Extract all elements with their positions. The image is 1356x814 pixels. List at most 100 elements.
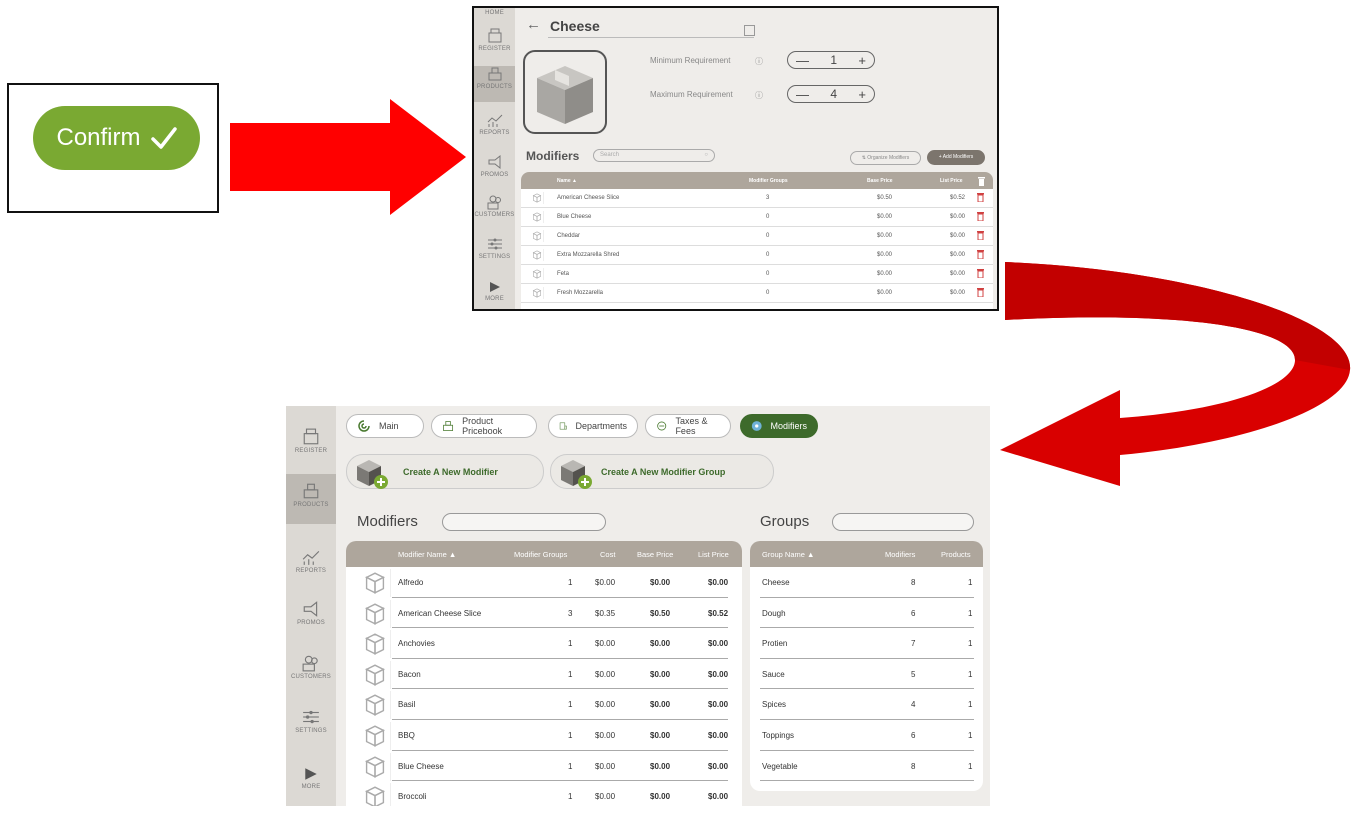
table-body: American Cheese Slice 3 $0.50 $0.52 Blue Che… <box>521 189 993 303</box>
table-row[interactable]: Vegetable 8 1 <box>750 751 983 782</box>
modifier-base-price: $0.00 <box>650 730 671 740</box>
row-list-price: $0.00 <box>950 214 966 220</box>
table-row[interactable]: Spices 4 1 <box>750 689 983 720</box>
sidebar-item-settings[interactable]: SETTINGS <box>474 236 515 272</box>
trash-icon[interactable] <box>977 212 984 222</box>
sidebar-item-register[interactable]: REGISTER <box>286 428 336 468</box>
table-row[interactable]: BBQ 1 $0.00 $0.00 $0.00 <box>346 720 742 751</box>
modifier-name: Basil <box>398 700 416 710</box>
trash-icon[interactable] <box>977 288 984 298</box>
group-products: 1 <box>968 700 973 710</box>
modifier-list-price: $0.00 <box>708 700 729 710</box>
group-modifiers: 7 <box>911 639 916 649</box>
min-requirement-stepper[interactable]: — 1 + <box>787 51 875 69</box>
group-name: Vegetable <box>762 761 798 771</box>
sidebar-item-more[interactable]: MORE <box>286 766 336 802</box>
group-modifiers: 8 <box>911 761 916 771</box>
max-requirement-value: 4 <box>830 87 838 101</box>
row-groups: 0 <box>766 233 770 239</box>
table-row[interactable]: Dough 6 1 <box>750 598 983 629</box>
table-row[interactable]: Cheese 8 1 <box>750 567 983 598</box>
minus-icon[interactable]: — <box>796 53 809 68</box>
sidebar-item-products[interactable]: PRODUCTS <box>286 474 336 524</box>
sidebar-item-promos[interactable]: PROMOS <box>286 600 336 640</box>
table-body: Cheese 8 1 Dough 6 1 Protien 7 1 Sauce 5 1 Spices 4 1 T… <box>750 567 983 782</box>
max-requirement-stepper[interactable]: — 4 + <box>787 85 875 103</box>
box-icon <box>360 599 391 628</box>
box-icon <box>531 230 544 242</box>
megaphone-icon <box>303 601 318 617</box>
table-row[interactable]: Blue Cheese 0 $0.00 $0.00 <box>521 208 993 227</box>
table-row[interactable]: Sauce 5 1 <box>750 659 983 690</box>
sidebar-item-reports[interactable]: REPORTS <box>286 548 336 588</box>
product-image[interactable] <box>523 50 607 134</box>
edit-icon[interactable] <box>744 25 755 36</box>
box-icon <box>537 66 593 124</box>
sidebar-item-reports[interactable]: REPORTS <box>474 112 515 148</box>
trash-icon[interactable] <box>977 231 984 241</box>
play-icon <box>305 768 317 780</box>
plus-icon[interactable]: + <box>858 53 866 68</box>
table-row[interactable]: Cheddar 0 $0.00 $0.00 <box>521 227 993 246</box>
tab-product-pricebook[interactable]: Product Pricebook <box>431 414 537 438</box>
table-row[interactable]: Blue Cheese 1 $0.00 $0.00 $0.00 <box>346 751 742 782</box>
trash-icon[interactable] <box>977 250 984 260</box>
col-modifier-name[interactable]: Modifier Name ▲ <box>398 550 456 559</box>
tab-departments[interactable]: Departments <box>548 414 638 438</box>
modifier-search-input[interactable]: Search ○ <box>593 149 715 162</box>
table-row[interactable]: Protien 7 1 <box>750 628 983 659</box>
products-icon <box>488 67 501 81</box>
modifier-list-price: $0.00 <box>708 761 729 771</box>
trash-icon[interactable] <box>978 177 985 186</box>
sidebar-item-promos[interactable]: PROMOS <box>474 154 515 190</box>
confirm-button[interactable]: Confirm <box>33 106 200 170</box>
table-row[interactable]: Extra Mozzarella Shred 0 $0.00 $0.00 <box>521 246 993 265</box>
table-row[interactable]: Bacon 1 $0.00 $0.00 $0.00 <box>346 659 742 690</box>
add-modifiers-button[interactable]: + Add Modifiers <box>927 150 985 165</box>
sidebar-item-settings[interactable]: SETTINGS <box>286 708 336 748</box>
table-row[interactable]: Feta 0 $0.00 $0.00 <box>521 265 993 284</box>
reports-icon <box>487 114 502 127</box>
sidebar-item-register[interactable]: REGISTER <box>474 28 515 64</box>
sidebar-item-more[interactable]: MORE <box>474 280 515 309</box>
organize-modifiers-button[interactable]: ⇅ Organize Modifiers <box>850 151 921 165</box>
table-row[interactable]: Toppings 6 1 <box>750 720 983 751</box>
modifier-search-input[interactable] <box>442 513 606 531</box>
modifier-cost: $0.00 <box>595 639 616 649</box>
col-group-name[interactable]: Group Name ▲ <box>762 550 814 559</box>
create-modifier-button[interactable]: Create A New Modifier <box>346 454 544 489</box>
trash-icon[interactable] <box>977 269 984 279</box>
table-row[interactable]: Alfredo 1 $0.00 $0.00 $0.00 <box>346 567 742 598</box>
group-modifiers: 4 <box>911 700 916 710</box>
table-row[interactable]: Anchovies 1 $0.00 $0.00 $0.00 <box>346 628 742 659</box>
tab-taxes-fees[interactable]: Taxes & Fees <box>645 414 731 438</box>
box-icon <box>531 287 544 299</box>
col-name[interactable]: Name ▲ <box>557 178 577 184</box>
sidebar-item-customers[interactable]: CUSTOMERS <box>286 654 336 694</box>
table-row[interactable]: Broccoli 1 $0.00 $0.00 $0.00 <box>346 781 742 806</box>
table-row[interactable]: American Cheese Slice 3 $0.35 $0.50 $0.52 <box>346 598 742 629</box>
row-base-price: $0.00 <box>877 290 893 296</box>
tab-modifiers[interactable]: Modifiers <box>740 414 818 438</box>
group-search-input[interactable] <box>832 513 974 531</box>
customers-icon <box>302 655 318 672</box>
sidebar-item-products[interactable]: PRODUCTS <box>474 66 515 102</box>
back-arrow-icon[interactable]: ← <box>526 16 541 33</box>
table-row[interactable]: Basil 1 $0.00 $0.00 $0.00 <box>346 689 742 720</box>
row-list-price: $0.52 <box>950 195 966 201</box>
info-icon: ⓘ <box>755 91 763 100</box>
sidebar-item-home[interactable]: HOME <box>474 8 515 22</box>
trash-icon[interactable] <box>977 193 984 203</box>
group-products: 1 <box>968 730 973 740</box>
row-list-price: $0.00 <box>950 252 966 258</box>
tab-main[interactable]: Main <box>346 414 424 438</box>
minus-icon[interactable]: — <box>796 87 809 102</box>
modifier-list-price: $0.00 <box>708 669 729 679</box>
table-row[interactable]: Fresh Mozzarella 0 $0.00 $0.00 <box>521 284 993 303</box>
modifier-cost: $0.00 <box>595 669 616 679</box>
plus-icon[interactable]: + <box>858 87 866 102</box>
create-modifier-group-button[interactable]: Create A New Modifier Group <box>550 454 774 489</box>
sidebar-item-customers[interactable]: CUSTOMERS <box>474 194 515 230</box>
table-row[interactable]: American Cheese Slice 3 $0.50 $0.52 <box>521 189 993 208</box>
box-icon <box>360 569 391 597</box>
